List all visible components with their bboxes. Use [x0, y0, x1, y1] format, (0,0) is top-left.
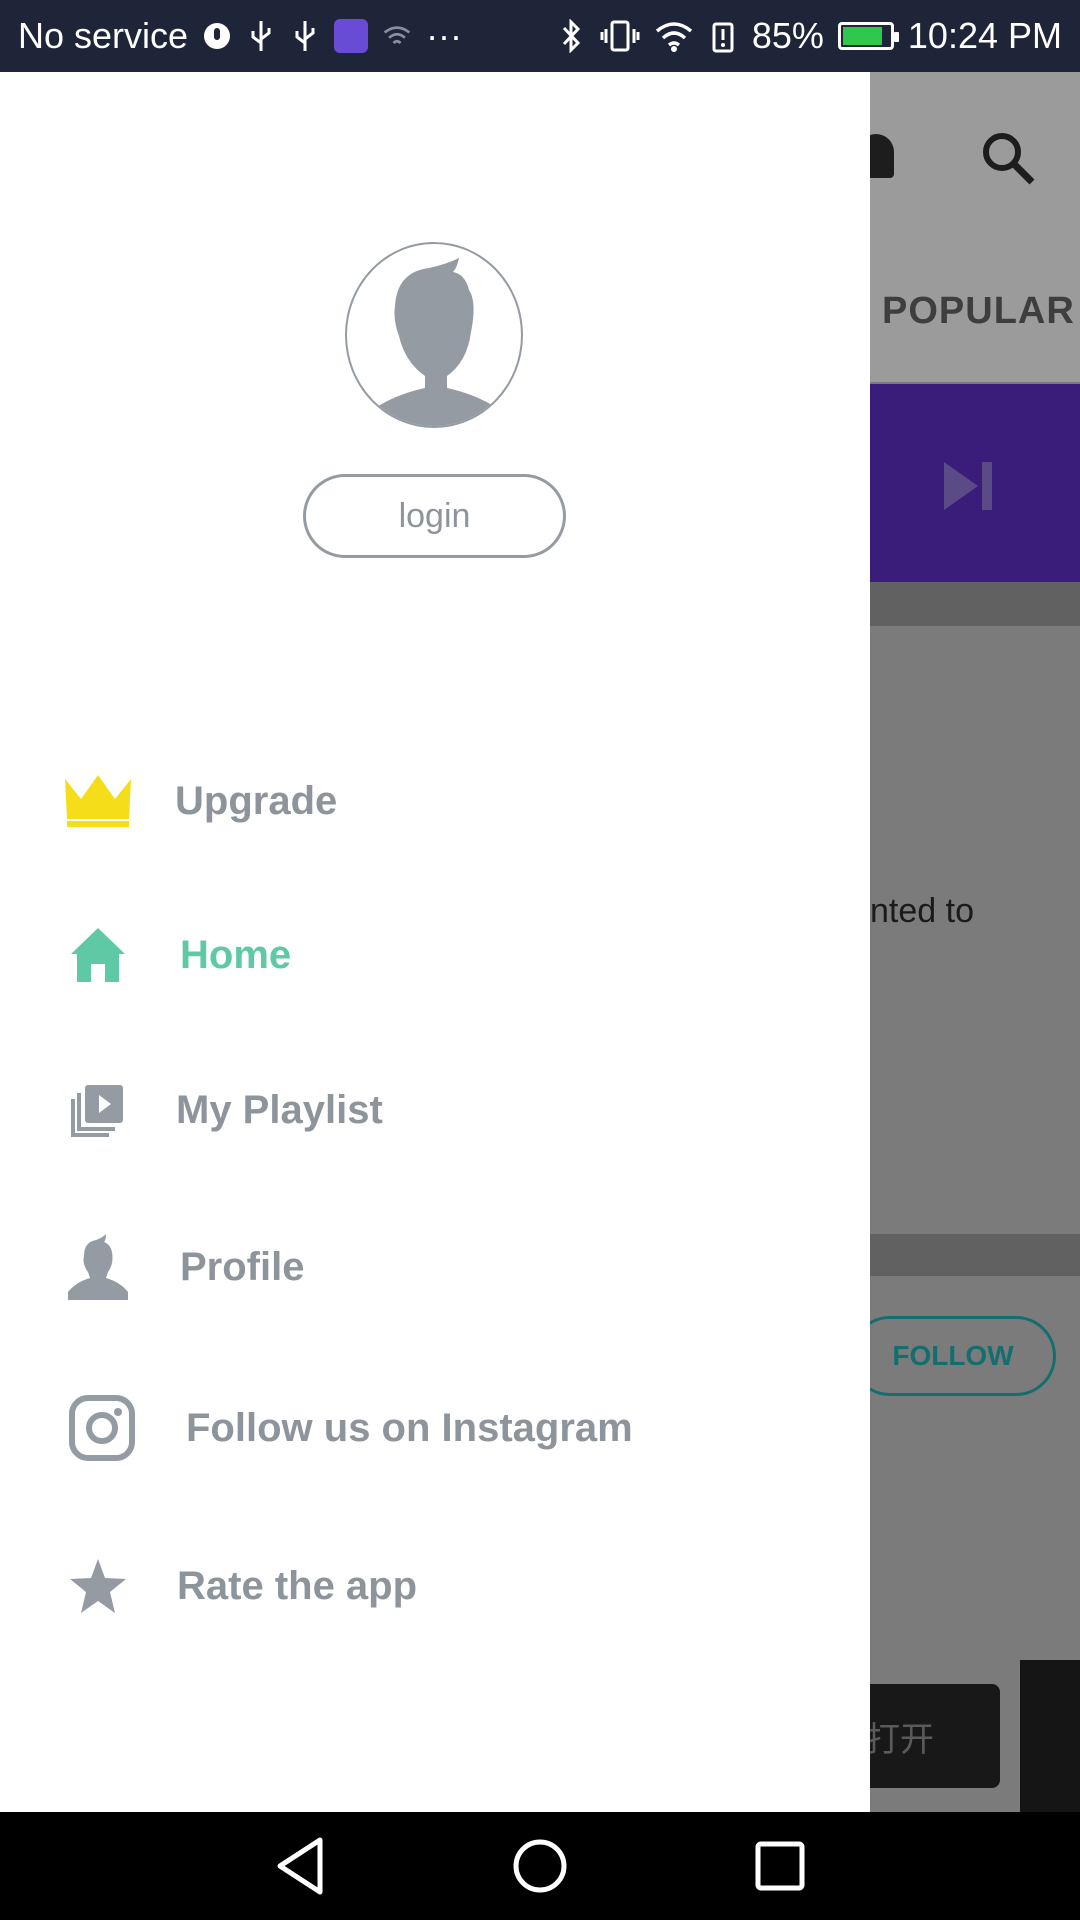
tab-popular: POPULAR — [882, 290, 1075, 332]
menu-label-profile: Profile — [180, 1244, 305, 1289]
notification-icon — [204, 23, 231, 49]
menu-label-instagram: Follow us on Instagram — [186, 1405, 633, 1450]
menu-label-my-playlist: My Playlist — [176, 1087, 383, 1132]
recents-icon[interactable] — [748, 1834, 812, 1898]
user-silhouette-icon — [355, 258, 517, 426]
follow-button: FOLLOW — [850, 1316, 1056, 1396]
person-icon — [60, 1229, 136, 1305]
menu-item-instagram[interactable]: Follow us on Instagram — [0, 1368, 870, 1488]
status-bar: No service ··· 85% 10:24 PM — [0, 0, 1080, 72]
app-notification-icon — [334, 19, 369, 53]
search-icon — [983, 133, 1035, 185]
more-indicator: ··· — [426, 15, 463, 56]
battery-saver-icon — [712, 22, 734, 53]
back-icon[interactable] — [270, 1834, 334, 1898]
menu-item-my-playlist[interactable]: My Playlist — [0, 1050, 870, 1170]
menu-label-rate: Rate the app — [177, 1563, 418, 1608]
vibrate-icon — [600, 20, 640, 52]
usb-icon — [295, 21, 315, 51]
wifi-icon — [655, 22, 692, 52]
battery-fill — [842, 27, 882, 45]
skip-next-icon — [944, 462, 992, 510]
usb-icon — [251, 21, 271, 51]
system-nav-bar — [0, 1812, 1080, 1920]
playlist-icon — [60, 1072, 136, 1148]
navigation-drawer: login Upgrade Home My Playlist Profile F… — [0, 72, 870, 1812]
carrier-text: No service — [18, 15, 189, 56]
menu-label-upgrade: Upgrade — [175, 778, 338, 823]
background-text: nted to — [870, 892, 974, 930]
battery-icon — [837, 22, 899, 50]
bluetooth-icon — [562, 19, 580, 53]
instagram-icon — [64, 1390, 140, 1466]
menu-item-home[interactable]: Home — [0, 895, 870, 1015]
battery-percent: 85% — [751, 15, 824, 56]
home-nav-icon[interactable] — [508, 1834, 572, 1898]
home-icon — [60, 917, 136, 993]
background-strip — [1020, 1660, 1080, 1812]
menu-item-upgrade[interactable]: Upgrade — [0, 741, 870, 861]
login-button[interactable]: login — [303, 474, 566, 558]
wifi-off-icon — [383, 26, 411, 45]
menu-item-profile[interactable]: Profile — [0, 1207, 870, 1327]
star-icon — [60, 1548, 136, 1624]
avatar[interactable] — [345, 242, 523, 428]
menu-item-rate[interactable]: Rate the app — [0, 1526, 870, 1646]
crown-icon — [60, 763, 136, 839]
clock-time: 10:24 PM — [907, 15, 1062, 56]
menu-label-home: Home — [180, 932, 292, 977]
